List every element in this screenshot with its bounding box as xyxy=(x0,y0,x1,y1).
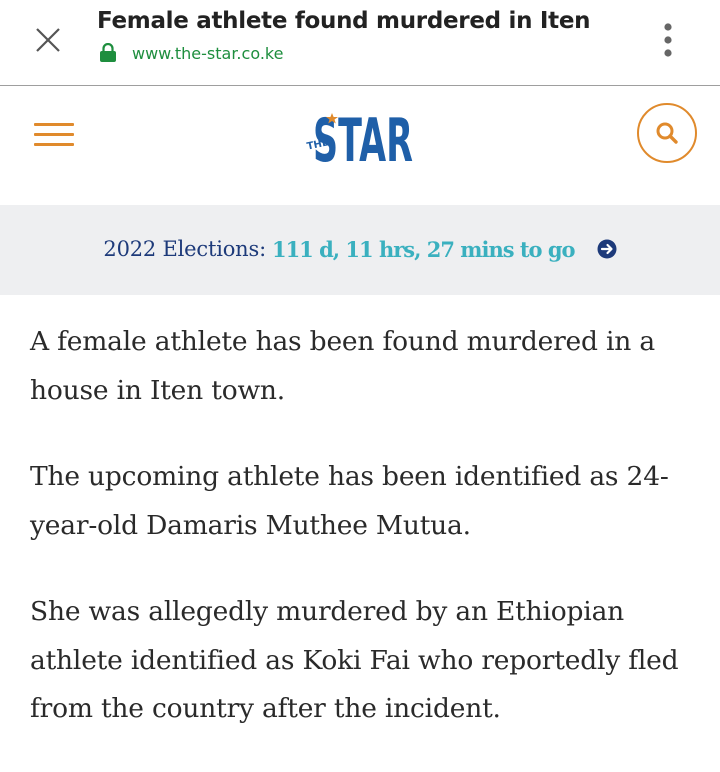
site-header: THE STAR xyxy=(0,87,720,205)
close-tab-button[interactable] xyxy=(30,22,66,58)
article-paragraph: She was allegedly murdered by an Ethiopi… xyxy=(30,596,679,724)
url-row[interactable]: www.the-star.co.ke xyxy=(99,43,283,63)
elections-countdown-link[interactable]: 111 d, 11 hrs, 27 mins to go xyxy=(272,237,576,262)
lock-icon xyxy=(100,43,116,62)
hamburger-icon-bar xyxy=(34,133,74,136)
hamburger-icon-bar xyxy=(34,143,74,146)
close-icon xyxy=(36,28,60,52)
browser-toolbar: Female athlete found murdered in Iten ww… xyxy=(0,0,720,86)
logo-large-text: STAR xyxy=(313,106,413,165)
page-title: Female athlete found murdered in Iten xyxy=(97,8,591,34)
hamburger-icon-bar xyxy=(34,123,74,126)
elections-label: 2022 Elections: xyxy=(103,237,266,261)
more-vertical-icon xyxy=(664,23,672,57)
search-icon xyxy=(656,122,678,144)
url-text: www.the-star.co.ke xyxy=(132,43,284,63)
arrow-circle-right-icon[interactable] xyxy=(597,239,617,259)
the-star-logo[interactable]: THE STAR xyxy=(305,101,415,165)
article-paragraph: A female athlete has been found murdered… xyxy=(30,326,655,406)
elections-countdown-banner: 2022 Elections: 111 d, 11 hrs, 27 mins t… xyxy=(0,205,720,295)
article-paragraph: The upcoming athlete has been identified… xyxy=(30,461,669,541)
article-body: A female athlete has been found murdered… xyxy=(30,318,700,772)
search-button[interactable] xyxy=(637,103,697,163)
menu-button[interactable] xyxy=(30,117,78,151)
overflow-menu-button[interactable] xyxy=(652,18,684,62)
